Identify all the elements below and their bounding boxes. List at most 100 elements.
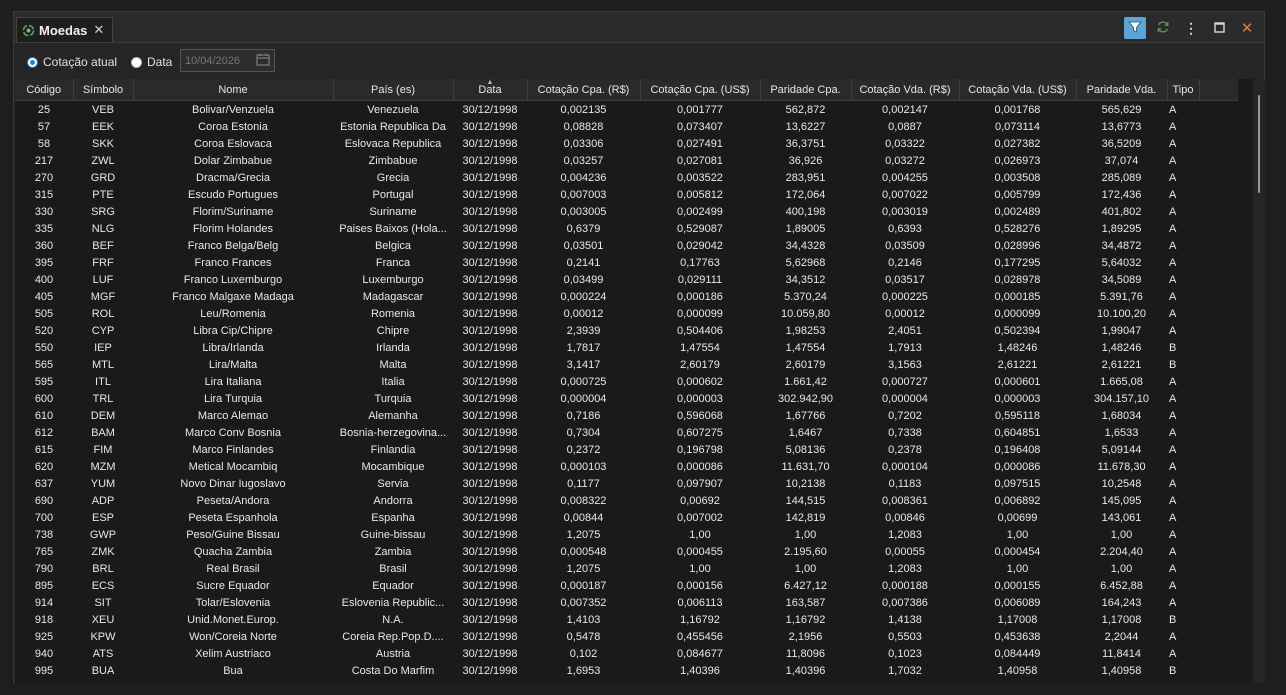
cell-cotacao-cpa-usd: 1,47554 [680,341,720,354]
cell-paridade-vda: 1,00 [1110,562,1133,575]
cell-cotacao-vda-brl: 0,03322 [885,137,925,150]
table-row[interactable]: 360 BEF Franco Belga/Belg Belgica 30/12/1998… [15,237,1238,254]
table-row[interactable]: 612 BAM Marco Conv Bosnia Bosnia-herzegovin… [15,424,1238,441]
table-row[interactable]: 765 ZMK Quacha Zambia Zambia 30/12/1998 0,000… [15,543,1238,560]
cell-simbolo: SRG [91,205,115,218]
table-row[interactable]: 270 GRD Dracma/Grecia Grecia 30/12/1998 0,004… [15,169,1238,186]
table-row[interactable]: 330 SRG Florim/Suriname Suriname 30/12/1998 0… [15,203,1238,220]
table-row[interactable]: 315 PTE Escudo Portugues Portugal 30/12/1998… [15,186,1238,203]
table-row[interactable]: 600 TRL Lira Turquia Turquia 30/12/1998 0,000… [15,390,1238,407]
table-row[interactable]: 637 YUM Novo Dinar Iugoslavo Servia 30/12/19… [15,475,1238,492]
table-row[interactable]: 57 EEK Coroa Estonia Estonia Republica Da 30… [15,118,1238,135]
cell-cotacao-cpa-brl: 0,5478 [566,630,601,643]
table-row[interactable]: 335 NLG Florim Holandes Paises Baixos (Hola… [15,220,1238,237]
col-header-cotacao-vda-brl[interactable]: Cotação Vda. (R$) [851,79,960,101]
table-row[interactable]: 395 FRF Franco Frances Franca 30/12/1998 0,21… [15,254,1238,271]
tab-moedas[interactable]: Moedas ✕ [16,17,113,42]
maximize-button[interactable] [1208,17,1230,39]
table-row[interactable]: 925 KPW Won/Coreia Norte Coreia Rep.Pop.D..… [15,628,1238,645]
col-header-cotacao-cpa-brl[interactable]: Cotação Cpa. (R$) [527,79,641,101]
cell-paridade-vda: 5.391,76 [1100,290,1143,303]
cell-cotacao-cpa-brl: 0,000004 [560,392,607,405]
cell-cotacao-vda-usd: 0,528276 [994,222,1041,235]
cell-nome: Peso/Guine Bissau [186,528,280,541]
cell-tipo: A [1169,392,1177,405]
cell-tipo: A [1169,239,1177,252]
cell-cotacao-cpa-usd: 0,027081 [677,154,723,167]
col-header-cotacao-vda-usd[interactable]: Cotação Vda. (US$) [959,79,1077,101]
cell-simbolo: ZMK [91,545,115,558]
cell-tipo: A [1169,188,1177,201]
table-row[interactable]: 738 GWP Peso/Guine Bissau Guine-bissau 30/12… [15,526,1238,543]
scrollbar-thumb[interactable] [1258,95,1260,193]
radio-data[interactable]: Data [131,54,172,70]
cell-pais: Suriname [369,205,417,218]
table-row[interactable]: 995 BUA Bua Costa Do Marfim 30/12/1998 1,6953… [15,662,1238,679]
col-header-paridade-cpa[interactable]: Paridade Cpa. [760,79,852,101]
table-row[interactable]: 25 VEB Bolivar/Venzuela Venezuela 30/12/1998… [15,101,1238,119]
cell-cotacao-vda-brl: 0,000188 [882,579,928,592]
cell-cotacao-vda-brl: 0,03517 [885,273,925,286]
cell-cotacao-cpa-usd: 0,007002 [677,511,723,524]
table-row[interactable]: 895 ECS Sucre Equador Equador 30/12/1998 0,00… [15,577,1238,594]
table-header: Código Símbolo Nome País (es) ▲ Data Cota… [15,79,1238,101]
filter-button[interactable] [1124,17,1146,39]
col-header-paridade-vda[interactable]: Paridade Vda. [1076,79,1168,101]
cell-cotacao-vda-brl: 0,000225 [882,290,928,303]
table-row[interactable]: 610 DEM Marco Alemao Alemanha 30/12/1998 0,71… [15,407,1238,424]
date-field[interactable]: 10/04/2026 [180,49,275,72]
tab-close-icon[interactable]: ✕ [93,22,104,38]
cell-cotacao-vda-brl: 0,7338 [888,426,922,439]
table-row[interactable]: 217 ZWL Dolar Zimbabue Zimbabue 30/12/1998 0,… [15,152,1238,169]
table-row[interactable]: 940 ATS Xelim Austriaco Austria 30/12/1998 0,… [15,645,1238,662]
table-row[interactable]: 550 IEP Libra/Irlanda Irlanda 30/12/1998 1,78… [15,339,1238,356]
table-row[interactable]: 620 MZM Metical Mocambiq Mocambique 30/12/19… [15,458,1238,475]
table-row[interactable]: 914 SIT Tolar/Eslovenia Eslovenia Republic.… [15,594,1238,611]
col-header-codigo[interactable]: Código [15,79,74,101]
cell-simbolo: ZWL [91,154,115,167]
cell-paridade-cpa: 13,6227 [785,120,826,133]
col-header-data[interactable]: ▲ Data [453,79,528,101]
table-row[interactable]: 790 BRL Real Brasil Brasil 30/12/1998 1,2075 1… [15,560,1238,577]
table-row[interactable]: 505 ROL Leu/Romenia Romenia 30/12/1998 0,0001… [15,305,1238,322]
cell-pais: Coreia Rep.Pop.D.... [342,630,444,643]
radio-cotacao-atual[interactable]: Cotação atual [27,54,117,70]
close-view-button[interactable]: ✕ [1236,17,1258,39]
table-row[interactable]: 520 CYP Libra Cip/Chipre Chipre 30/12/1998 2,… [15,322,1238,339]
cell-codigo: 918 [34,613,54,626]
more-options-button[interactable]: ⋮ [1180,17,1202,39]
cell-pais: Austria [375,647,411,660]
cell-cotacao-cpa-usd: 0,000086 [677,460,723,473]
cell-paridade-cpa: 5,62968 [785,256,826,269]
cell-cotacao-cpa-brl: 0,000224 [560,290,607,303]
cell-tipo: B [1169,341,1177,354]
col-header-cotacao-cpa-usd[interactable]: Cotação Cpa. (US$) [640,79,761,101]
cell-cotacao-vda-brl: 0,1023 [888,647,922,660]
table-row[interactable]: 58 SKK Coroa Eslovaca Eslovaca Republica 30/… [15,135,1238,152]
table-row[interactable]: 405 MGF Franco Malgaxe Madaga Madagascar 30/… [15,288,1238,305]
col-header-nome[interactable]: Nome [133,79,334,101]
cell-data: 30/12/1998 [462,358,518,371]
cell-cotacao-vda-usd: 0,000601 [994,375,1041,388]
table-row[interactable]: 700 ESP Peseta Espanhola Espanha 30/12/1998 0… [15,509,1238,526]
col-header-tipo[interactable]: Tipo [1167,79,1200,101]
close-icon: ✕ [1240,20,1254,37]
calendar-icon[interactable] [256,53,270,69]
table-row[interactable]: 565 MTL Lira/Malta Malta 30/12/1998 3,1417 2,6… [15,356,1238,373]
table-row[interactable]: 400 LUF Franco Luxemburgo Luxemburgo 30/12/1… [15,271,1238,288]
cell-simbolo: GWP [89,528,117,541]
cell-cotacao-vda-brl: 0,000727 [882,375,928,388]
table-row[interactable]: 595 ITL Lira Italiana Italia 30/12/1998 0,000… [15,373,1238,390]
table-row[interactable]: 690 ADP Peseta/Andora Andorra 30/12/1998 0,00… [15,492,1238,509]
cell-pais: Grecia [376,171,410,184]
vertical-scrollbar[interactable] [1253,79,1265,683]
col-header-simbolo[interactable]: Símbolo [73,79,134,101]
cell-paridade-cpa: 1.661,42 [784,375,827,388]
col-header-pais[interactable]: País (es) [333,79,454,101]
refresh-button[interactable] [1152,17,1174,39]
cell-cotacao-vda-brl: 0,007386 [882,596,928,609]
cell-paridade-vda: 13,6773 [1101,120,1142,133]
cell-simbolo: EEK [91,120,114,133]
table-row[interactable]: 918 XEU Unid.Monet.Europ. N.A. 30/12/1998 1,4… [15,611,1238,628]
table-row[interactable]: 615 FIM Marco Finlandes Finlandia 30/12/1998… [15,441,1238,458]
